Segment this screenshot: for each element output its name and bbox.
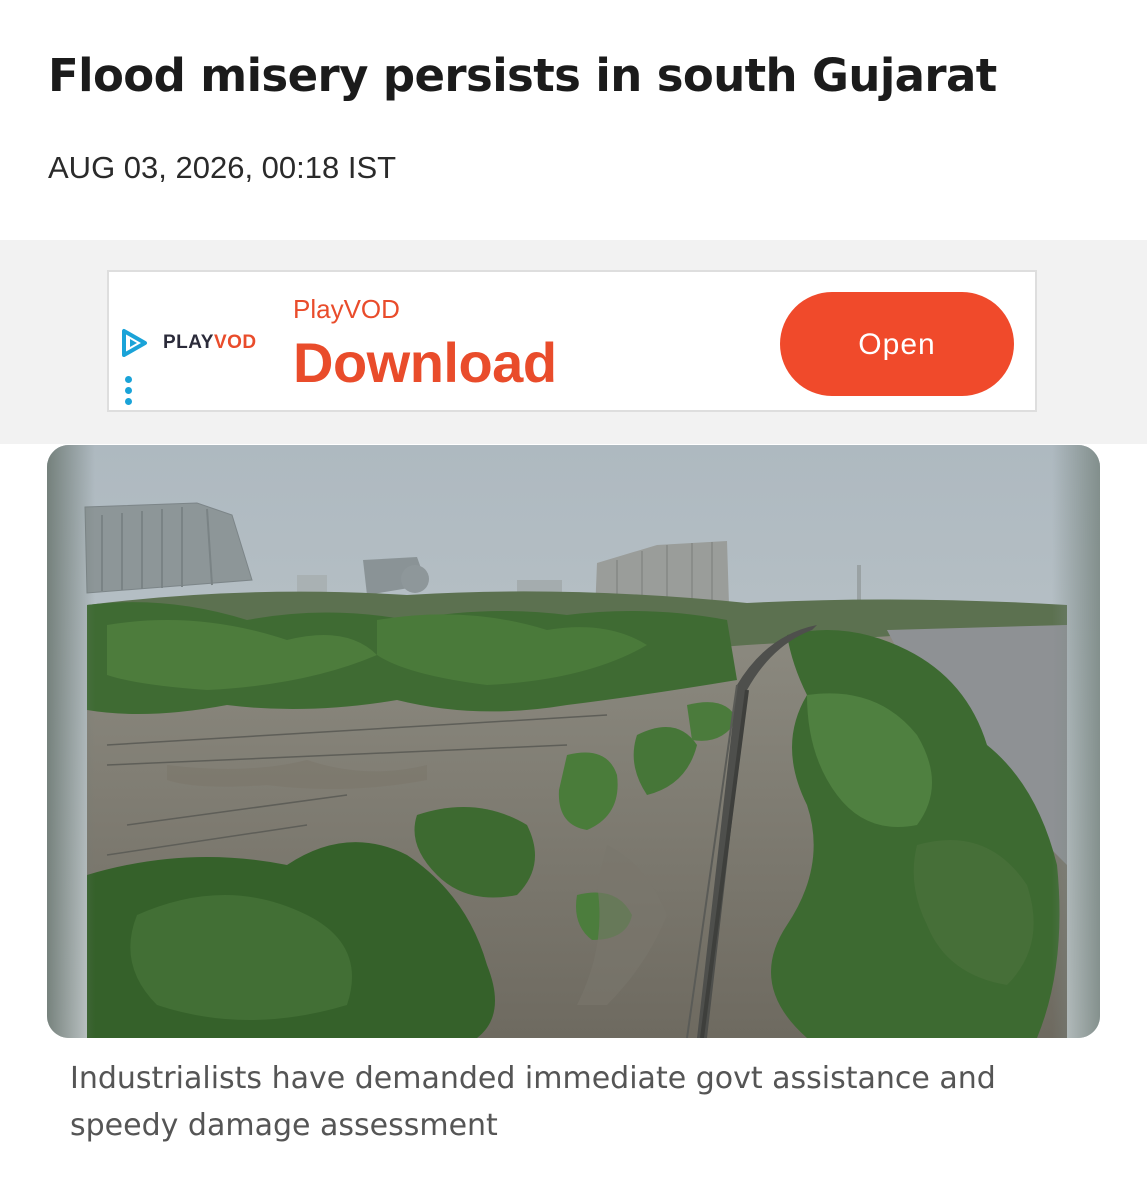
article-headline: Flood misery persists in south Gujarat [48, 49, 997, 102]
photo-caption: Industrialists have demanded immediate g… [70, 1061, 996, 1143]
kebab-menu-icon[interactable] [125, 376, 133, 410]
ad-logo-text: PLAYVOD [163, 332, 257, 354]
article-photo [47, 445, 1100, 1038]
ad-logo-text-accent: VOD [213, 332, 257, 353]
ad-open-button[interactable]: Open [780, 292, 1014, 396]
ad-banner-area: PLAYVOD PlayVOD Download Open [0, 240, 1147, 444]
ad-headline: Download [293, 331, 557, 394]
ad-card[interactable]: PLAYVOD PlayVOD Download Open [107, 270, 1037, 412]
ad-brand-name: PlayVOD [293, 294, 400, 324]
play-logo-icon [122, 329, 147, 357]
flooded-park-photo [47, 445, 1100, 1038]
article-dateline: AUG 03, 2026, 00:18 IST [48, 150, 397, 185]
ad-logo-text-main: PLAY [163, 332, 214, 353]
